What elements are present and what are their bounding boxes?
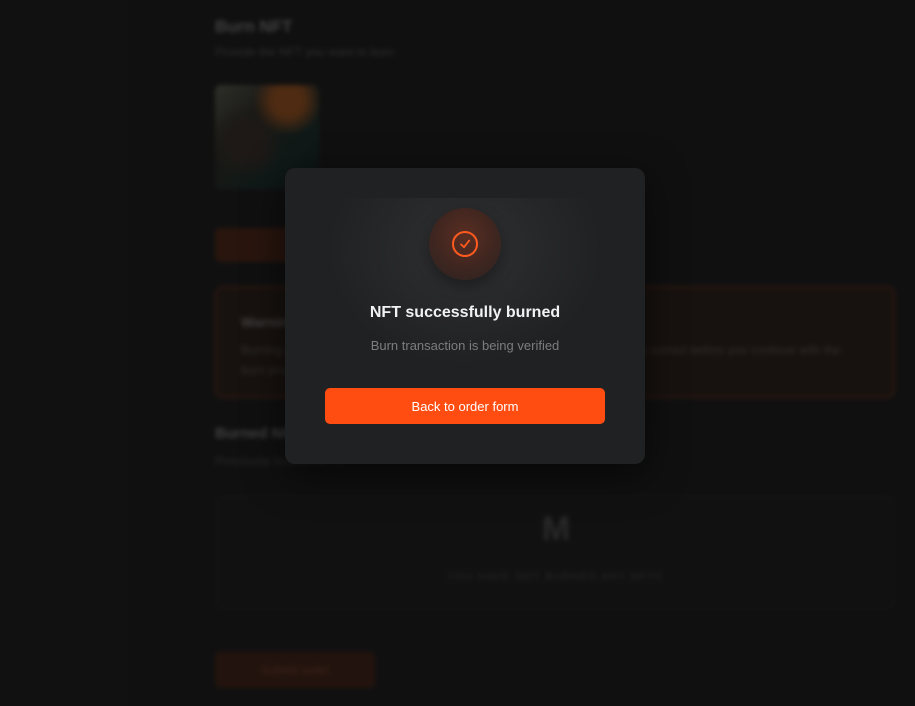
success-modal: NFT successfully burned Burn transaction… — [285, 168, 645, 464]
modal-subtitle: Burn transaction is being verified — [370, 338, 560, 353]
back-to-order-form-button[interactable]: Back to order form — [325, 388, 605, 424]
success-status-circle — [429, 208, 501, 280]
check-icon — [452, 231, 478, 257]
modal-title: NFT successfully burned — [369, 304, 561, 321]
